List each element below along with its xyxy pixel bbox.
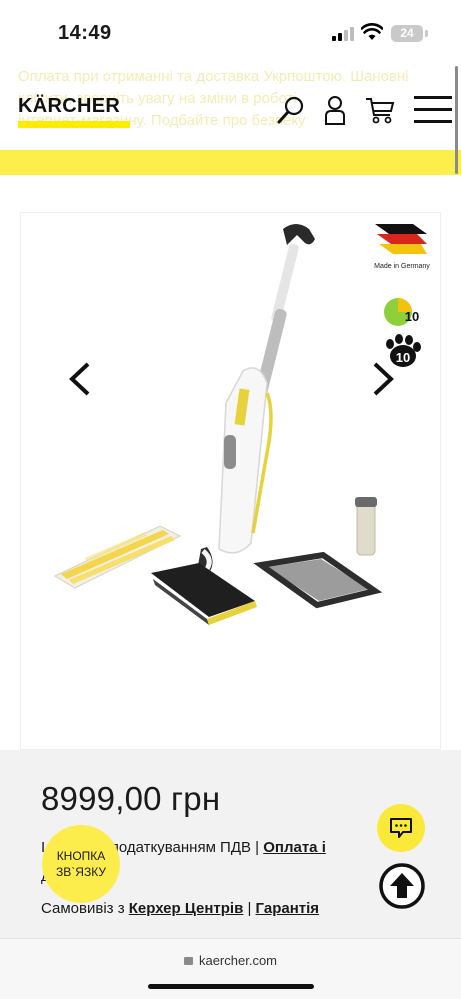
user-icon[interactable]	[324, 95, 346, 127]
url-text: kaercher.com	[198, 953, 278, 968]
payment-link[interactable]: Оплата і	[263, 839, 326, 856]
header-yellow-band	[0, 150, 461, 175]
contact-button[interactable]: КНОПКА ЗВ`ЯЗКУ	[42, 825, 120, 903]
status-bar: 14:49 24	[0, 0, 461, 60]
status-time: 14:49	[58, 22, 112, 44]
karcher-logo[interactable]: KÄRCHER	[18, 96, 130, 128]
scrollbar[interactable]	[455, 66, 458, 174]
cart-icon[interactable]	[365, 95, 395, 127]
battery-tip	[425, 30, 428, 37]
rating-a-value: 10	[405, 309, 419, 324]
wifi-icon	[361, 23, 383, 40]
product-gallery[interactable]	[20, 212, 441, 750]
made-in-germany-badge: Made in Germany	[373, 222, 431, 270]
logo-text: KÄRCHER	[18, 95, 121, 117]
germany-flag-icon	[375, 224, 427, 254]
service-centers-link[interactable]: Керхер Центрів	[129, 900, 244, 917]
logo-yellow-bar	[18, 121, 130, 128]
contact-line-2: ЗВ`ЯЗКУ	[56, 865, 106, 879]
signal-icon	[332, 27, 354, 41]
steam-mop-handle	[197, 224, 315, 573]
product-price: 8999,00 грн	[41, 780, 221, 817]
rating-badge-icon: 10	[384, 298, 419, 326]
home-indicator[interactable]	[148, 984, 314, 989]
made-in-germany-label: Made in Germany	[374, 263, 430, 270]
browser-bar	[0, 938, 461, 999]
pickup-separator: |	[247, 900, 252, 917]
descaling-cartridge	[355, 497, 377, 556]
lock-icon	[183, 957, 193, 965]
battery-icon: 24	[391, 25, 423, 42]
address-bar[interactable]: kaercher.com	[0, 953, 461, 968]
scroll-to-top-icon[interactable]	[378, 862, 426, 910]
site-header: Оплата при отриманні та доставка Укрпошт…	[0, 60, 461, 156]
chat-button[interactable]	[377, 804, 425, 852]
menu-icon[interactable]	[414, 96, 452, 124]
floor-head	[151, 563, 257, 625]
carpet-glider	[253, 551, 383, 609]
contact-line-1: КНОПКА	[56, 849, 106, 863]
prev-arrow-icon[interactable]	[68, 362, 94, 396]
pet-paw-icon: 10	[386, 334, 421, 367]
search-icon[interactable]	[276, 95, 306, 127]
chat-icon	[390, 818, 412, 838]
rating-b-value: 10	[396, 350, 410, 365]
product-image	[53, 224, 383, 625]
warranty-link[interactable]: Гарантія	[256, 900, 319, 917]
